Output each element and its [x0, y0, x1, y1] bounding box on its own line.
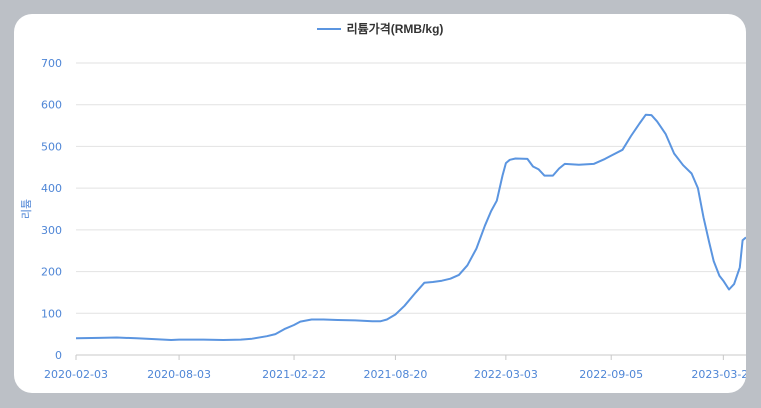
x-tick-label: 2021-08-20 — [363, 368, 427, 381]
x-tick-label: 2023-03-22 — [691, 368, 746, 381]
y-tick-label: 100 — [41, 307, 62, 320]
y-tick-label: 200 — [41, 266, 62, 279]
y-tick-label: 500 — [41, 140, 62, 153]
y-axis-label: 리튬 — [20, 199, 33, 219]
y-tick-label: 300 — [41, 224, 62, 237]
y-tick-label: 700 — [41, 57, 62, 70]
series-line — [75, 113, 746, 341]
x-tick-label: 2022-03-03 — [474, 368, 538, 381]
x-tick-label: 2022-09-05 — [579, 368, 643, 381]
y-tick-label: 0 — [55, 349, 62, 362]
y-tick-label: 400 — [41, 182, 62, 195]
x-tick-label: 2020-08-03 — [147, 368, 211, 381]
y-tick-label: 600 — [41, 99, 62, 112]
x-tick-label: 2021-02-22 — [262, 368, 326, 381]
chart-card: 리튬가격(RMB/kg) 0 100 200 300 400 500 600 700 2020-… — [14, 14, 746, 393]
line-chart: 0 100 200 300 400 500 600 700 2020-02-03 2020-08-… — [20, 57, 746, 381]
x-tick-label: 2020-02-03 — [44, 368, 108, 381]
